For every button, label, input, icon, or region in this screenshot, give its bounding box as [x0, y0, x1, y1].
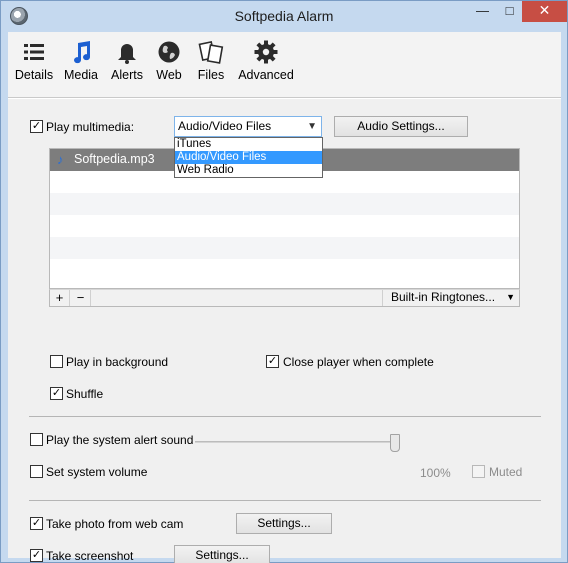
tab-advanced-label: Advanced [238, 68, 294, 82]
volume-slider-track[interactable] [195, 441, 400, 443]
close-button[interactable]: ✕ [522, 1, 567, 22]
screenshot-checkbox[interactable]: ✓ [30, 549, 43, 562]
play-background-label[interactable]: Play in background [66, 355, 168, 369]
set-volume-label[interactable]: Set system volume [46, 465, 147, 479]
dropdown-option-web-radio[interactable]: Web Radio [175, 164, 322, 177]
volume-slider-thumb[interactable] [390, 434, 400, 452]
media-source-select[interactable]: Audio/Video Files ▼ [174, 116, 322, 137]
music-note-icon [74, 41, 91, 64]
separator [29, 500, 541, 501]
play-multimedia-label[interactable]: Play multimedia: [46, 120, 134, 134]
play-background-checkbox[interactable] [50, 355, 63, 368]
tab-files[interactable]: Files [193, 38, 229, 94]
title-bar[interactable]: Softpedia Alarm — □ ✕ [1, 1, 567, 32]
caret-down-icon: ▼ [506, 292, 515, 302]
tab-alerts[interactable]: Alerts [107, 38, 147, 94]
play-multimedia-checkbox[interactable]: ✓ [30, 120, 43, 133]
chevron-down-icon: ▼ [307, 121, 317, 132]
muted-label[interactable]: Muted [489, 465, 522, 479]
shuffle-label[interactable]: Shuffle [66, 387, 103, 401]
screenshot-label[interactable]: Take screenshot [46, 549, 133, 563]
screenshot-settings-button[interactable]: Settings... [174, 545, 270, 563]
dropdown-option-audio-video-files[interactable]: Audio/Video Files [175, 151, 322, 164]
webcam-photo-label[interactable]: Take photo from web cam [46, 517, 183, 531]
tab-alerts-label: Alerts [111, 68, 143, 82]
minimize-button[interactable]: — [469, 1, 496, 22]
maximize-button[interactable]: □ [496, 1, 523, 22]
volume-value: 100% [420, 466, 451, 480]
muted-checkbox[interactable] [472, 465, 485, 478]
separator [29, 416, 541, 417]
category-toolbar: Details Media Alerts Web Files Advanced [8, 32, 561, 98]
bell-icon [118, 44, 136, 64]
audio-file-icon: ♪ [57, 152, 64, 167]
files-icon [198, 40, 224, 64]
media-source-dropdown: iTunes Audio/Video Files Web Radio [174, 137, 323, 178]
dropdown-option-itunes[interactable]: iTunes [175, 138, 322, 151]
file-list-toolbar: + − Built-in Ringtones... ▼ [49, 289, 520, 307]
gear-icon [254, 40, 278, 64]
close-player-label[interactable]: Close player when complete [283, 355, 434, 369]
media-panel: ✓ Play multimedia: Audio/Video Files ▼ i… [8, 99, 561, 563]
media-source-value: Audio/Video Files [178, 119, 272, 133]
remove-file-button[interactable]: − [71, 290, 91, 306]
shuffle-checkbox[interactable]: ✓ [50, 387, 63, 400]
file-name: Softpedia.mp3 [74, 152, 155, 166]
tab-details-label: Details [14, 68, 54, 82]
alert-sound-checkbox[interactable] [30, 433, 43, 446]
alert-sound-label[interactable]: Play the system alert sound [46, 433, 193, 447]
tab-media[interactable]: Media [62, 38, 100, 94]
tab-details[interactable]: Details [12, 38, 56, 94]
tab-web[interactable]: Web [153, 38, 185, 94]
tab-media-label: Media [63, 68, 99, 82]
tab-web-label: Web [156, 68, 182, 82]
close-player-checkbox[interactable]: ✓ [266, 355, 279, 368]
audio-settings-button[interactable]: Audio Settings... [334, 116, 468, 137]
ringtones-label: Built-in Ringtones... [391, 290, 496, 304]
list-icon [24, 44, 44, 60]
webcam-photo-checkbox[interactable]: ✓ [30, 517, 43, 530]
built-in-ringtones-select[interactable]: Built-in Ringtones... ▼ [382, 290, 520, 306]
webcam-settings-button[interactable]: Settings... [236, 513, 332, 534]
set-volume-checkbox[interactable] [30, 465, 43, 478]
list-row-empty [50, 237, 519, 259]
list-row-empty [50, 259, 519, 281]
list-row-empty [50, 215, 519, 237]
client-area: Details Media Alerts Web Files Advanced … [8, 32, 561, 563]
list-row-empty [50, 193, 519, 215]
tab-advanced[interactable]: Advanced [236, 38, 296, 94]
tab-files-label: Files [197, 68, 225, 82]
globe-icon [158, 41, 180, 63]
add-file-button[interactable]: + [50, 290, 70, 306]
app-window: Softpedia Alarm — □ ✕ Details Media Aler… [0, 0, 568, 563]
